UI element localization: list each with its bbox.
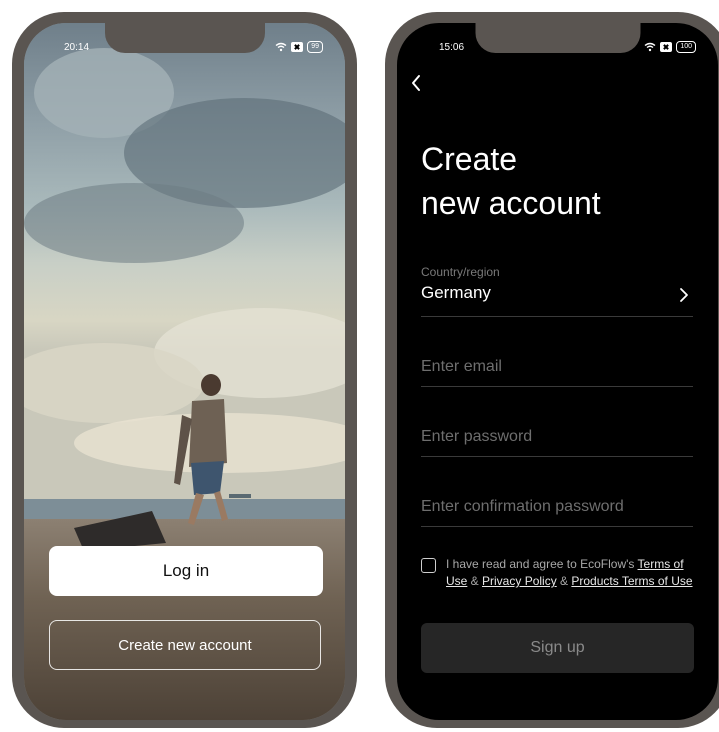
country-label: Country/region bbox=[421, 265, 500, 279]
battery-icon: 99 bbox=[307, 41, 323, 53]
beach-background-image bbox=[24, 23, 345, 720]
title-line-1: Create bbox=[421, 141, 518, 177]
back-arrow-icon[interactable] bbox=[409, 73, 423, 93]
no-signal-icon bbox=[291, 42, 304, 52]
title-line-2: new account bbox=[421, 185, 601, 221]
password-input[interactable] bbox=[421, 428, 693, 446]
chevron-right-icon bbox=[680, 288, 688, 302]
page-title: Create new account bbox=[421, 137, 601, 225]
status-time: 15:06 bbox=[439, 42, 465, 53]
login-button[interactable]: Log in bbox=[49, 546, 323, 596]
confirm-password-field-wrapper bbox=[421, 496, 693, 527]
products-terms-link[interactable]: Products Terms of Use bbox=[571, 574, 692, 588]
confirm-password-input[interactable] bbox=[421, 498, 693, 516]
email-input[interactable] bbox=[421, 358, 693, 376]
agreement-text: I have read and agree to EcoFlow's Terms… bbox=[446, 556, 693, 590]
email-field-wrapper bbox=[421, 356, 693, 387]
wifi-icon bbox=[644, 42, 656, 52]
password-field-wrapper bbox=[421, 426, 693, 457]
country-value: Germany bbox=[421, 283, 491, 302]
welcome-screen: 20:14 99 Log in Create new account bbox=[24, 23, 345, 720]
create-account-screen: 15:06 100 Create new account Country/reg… bbox=[397, 23, 718, 720]
create-account-button[interactable]: Create new account bbox=[49, 620, 321, 670]
no-signal-icon bbox=[660, 42, 673, 52]
agree-checkbox[interactable] bbox=[421, 558, 436, 573]
status-bar: 15:06 100 bbox=[397, 39, 718, 55]
agreement-row: I have read and agree to EcoFlow's Terms… bbox=[421, 556, 693, 590]
status-bar: 20:14 99 bbox=[24, 39, 345, 55]
status-time: 20:14 bbox=[64, 42, 90, 53]
sign-up-button[interactable]: Sign up bbox=[421, 623, 694, 673]
privacy-policy-link[interactable]: Privacy Policy bbox=[482, 574, 557, 588]
agreement-separator: & bbox=[467, 574, 483, 588]
country-region-selector[interactable]: Country/region Germany bbox=[421, 265, 693, 317]
phone-create-account: 15:06 100 Create new account Country/reg… bbox=[385, 12, 719, 728]
agreement-prefix: I have read and agree to EcoFlow's bbox=[446, 557, 638, 571]
agreement-separator: & bbox=[556, 574, 572, 588]
wifi-icon bbox=[275, 42, 287, 52]
battery-icon: 100 bbox=[676, 41, 696, 53]
phone-welcome: 20:14 99 Log in Create new account bbox=[12, 12, 357, 728]
